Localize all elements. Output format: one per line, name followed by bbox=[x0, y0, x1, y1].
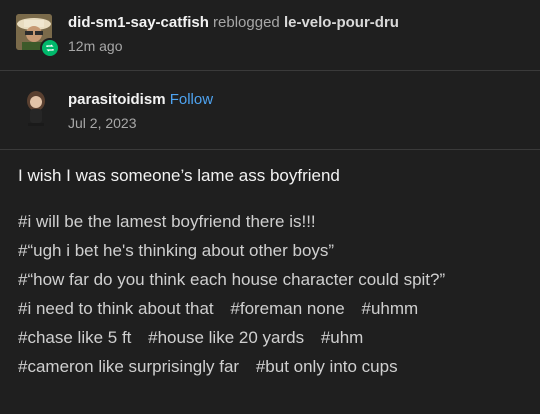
tag[interactable]: #uhm bbox=[321, 328, 364, 347]
author-avatar[interactable] bbox=[22, 89, 50, 127]
tag[interactable]: #but only into cups bbox=[256, 357, 398, 376]
post-header: parasitoidism Follow Jul 2, 2023 bbox=[0, 71, 540, 150]
reblog-line: did-sm1-say-catfish reblogged le-velo-po… bbox=[68, 14, 399, 31]
tag[interactable]: #“ugh i bet he's thinking about other bo… bbox=[18, 241, 334, 260]
tag-list: #i will be the lamest boyfriend there is… bbox=[18, 207, 530, 381]
reblogger-username[interactable]: did-sm1-say-catfish bbox=[68, 14, 209, 31]
reblog-time[interactable]: 12m ago bbox=[68, 38, 122, 54]
reblog-header: did-sm1-say-catfish reblogged le-velo-po… bbox=[0, 0, 540, 71]
tag[interactable]: #i need to think about that bbox=[18, 299, 214, 318]
reblogged-label: reblogged bbox=[213, 14, 280, 31]
tag[interactable]: #chase like 5 ft bbox=[18, 328, 131, 347]
source-username[interactable]: le-velo-pour-dru bbox=[284, 14, 399, 31]
tag[interactable]: #“how far do you think each house charac… bbox=[18, 270, 445, 289]
author-username[interactable]: parasitoidism bbox=[68, 91, 166, 108]
reblog-icon bbox=[40, 38, 60, 58]
tag[interactable]: #i will be the lamest boyfriend there is… bbox=[18, 212, 316, 231]
tag[interactable]: #house like 20 yards bbox=[148, 328, 304, 347]
follow-button[interactable]: Follow bbox=[170, 91, 213, 108]
post-date[interactable]: Jul 2, 2023 bbox=[68, 115, 137, 131]
tag[interactable]: #cameron like surprisingly far bbox=[18, 357, 239, 376]
tag[interactable]: #uhmm bbox=[362, 299, 419, 318]
post-text: I wish I was someone’s lame ass boyfrien… bbox=[18, 166, 340, 185]
author-line: parasitoidism Follow bbox=[68, 91, 213, 108]
tag[interactable]: #foreman none bbox=[230, 299, 344, 318]
